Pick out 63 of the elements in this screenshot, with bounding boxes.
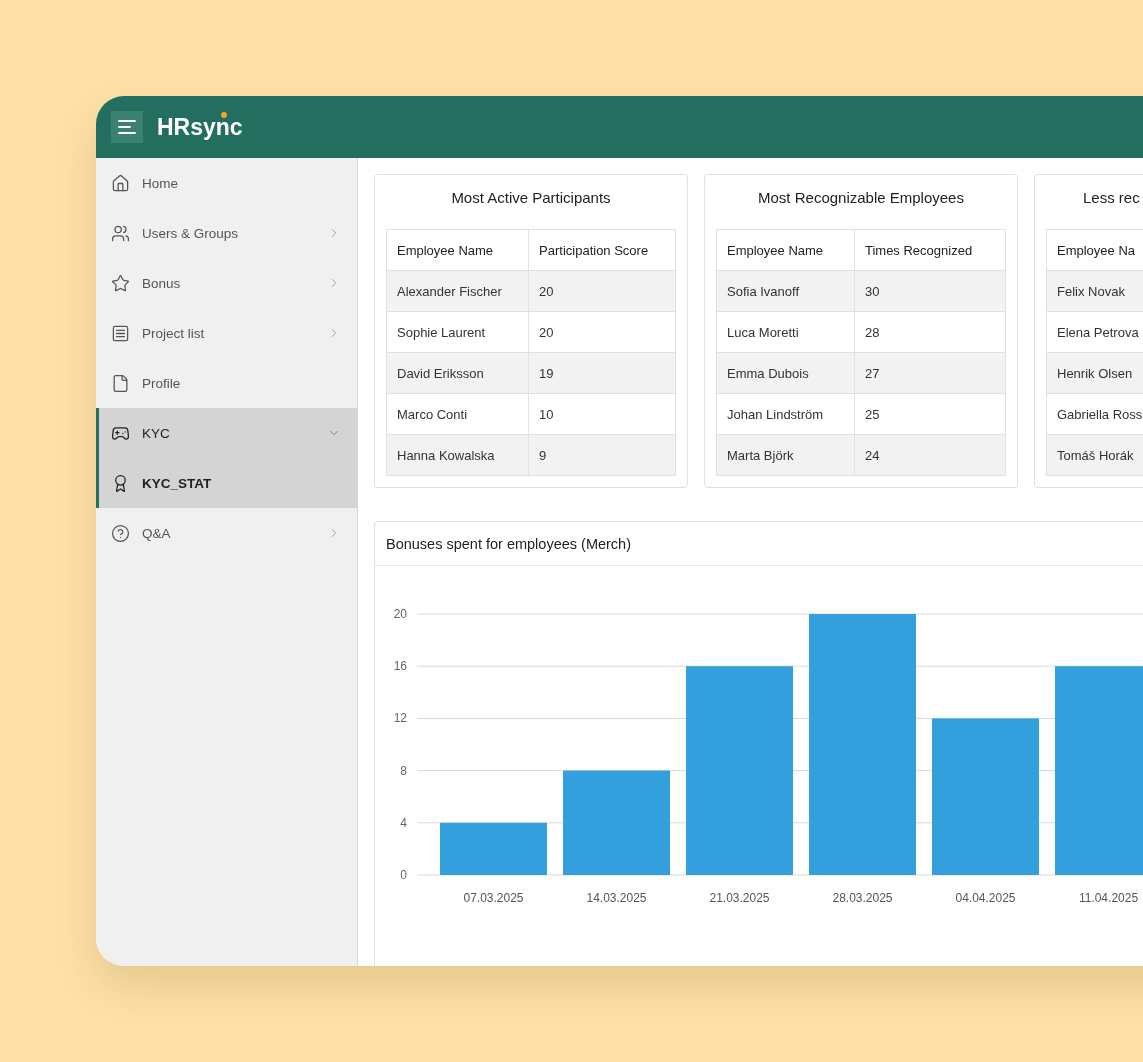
column-header: Times Recognized — [854, 229, 1006, 271]
table-cell: Henrik Olsen — [1046, 352, 1143, 394]
y-axis-label: 16 — [393, 659, 407, 674]
table-cell: David Eriksson — [386, 352, 529, 394]
table-cell: Emma Dubois — [716, 352, 855, 394]
sidebar-item-icon — [111, 523, 130, 543]
table-cell: 30 — [854, 270, 1006, 312]
column-header: Participation Score — [528, 229, 676, 271]
sidebar-item-icon — [111, 373, 130, 393]
y-axis-label: 8 — [400, 763, 407, 778]
card-title: Less rec — [1082, 187, 1141, 208]
table-cell: 24 — [854, 434, 1006, 476]
table-cell: Sophie Laurent — [386, 311, 529, 353]
sidebar-item-icon — [111, 273, 130, 293]
table-cell: Alexander Fischer — [386, 270, 529, 312]
table-cell: 9 — [528, 434, 676, 476]
table-cell: 28 — [854, 311, 1006, 353]
sidebar-item[interactable]: Bonus — [99, 258, 357, 308]
sidebar-item[interactable]: Home — [99, 158, 357, 208]
sidebar-item[interactable]: Q&A — [99, 508, 357, 558]
table-cell: 19 — [528, 352, 676, 394]
logo: HRsync — [157, 113, 243, 141]
column-header: Employee Name — [716, 229, 855, 271]
table-cell: Luca Moretti — [716, 311, 855, 353]
chart-title: Bonuses spent for employees (Merch) — [375, 522, 1143, 566]
sidebar-item-icon — [111, 223, 130, 243]
x-axis-label: 07.03.2025 — [463, 891, 524, 905]
table-cell: Tomáš Horák — [1046, 434, 1143, 476]
table-cell: 10 — [528, 393, 676, 435]
y-axis-label: 12 — [393, 711, 407, 726]
table-cell: Gabriella Ross — [1046, 393, 1143, 435]
sidebar-item[interactable]: Profile — [99, 358, 357, 408]
sidebar-item-icon — [111, 323, 130, 343]
table-cell: 20 — [528, 270, 676, 312]
menu-button[interactable] — [111, 111, 143, 143]
table-cell: Marco Conti — [386, 393, 529, 435]
table-cell: 20 — [528, 311, 676, 353]
column-header: Employee Name — [386, 229, 529, 271]
menu-icon — [118, 120, 136, 134]
table-cell: Sofia Ivanoff — [716, 270, 855, 312]
card-title: Most Active Participants — [450, 187, 612, 208]
table-cell: 25 — [854, 393, 1006, 435]
x-axis-label: 04.04.2025 — [955, 891, 1016, 905]
y-axis-label: 20 — [393, 607, 407, 621]
sidebar-item[interactable]: Project list — [99, 308, 357, 358]
table-cell: Johan Lindström — [716, 393, 855, 435]
table-cell: 27 — [854, 352, 1006, 394]
y-axis-label: 0 — [400, 868, 407, 882]
sidebar-subitem[interactable]: KYC_STAT — [99, 458, 357, 508]
table-cell: Hanna Kowalska — [386, 434, 529, 476]
column-header: Employee Na — [1046, 229, 1143, 271]
sidebar-item[interactable]: Users & Groups — [99, 208, 357, 258]
x-axis-label: 14.03.2025 — [586, 891, 647, 905]
table-cell: Felix Novak — [1046, 270, 1143, 312]
sidebar-item-icon — [111, 173, 130, 193]
table-cell: Marta Björk — [716, 434, 855, 476]
table-cell: Elena Petrova — [1046, 311, 1143, 353]
x-axis-label: 21.03.2025 — [709, 891, 770, 905]
card-title: Most Recognizable Employees — [757, 187, 965, 208]
x-axis-label: 11.04.2025 — [1078, 891, 1139, 905]
y-axis-label: 4 — [400, 815, 407, 830]
x-axis-label: 28.03.2025 — [832, 891, 893, 905]
sidebar-item[interactable]: KYC — [99, 408, 357, 458]
